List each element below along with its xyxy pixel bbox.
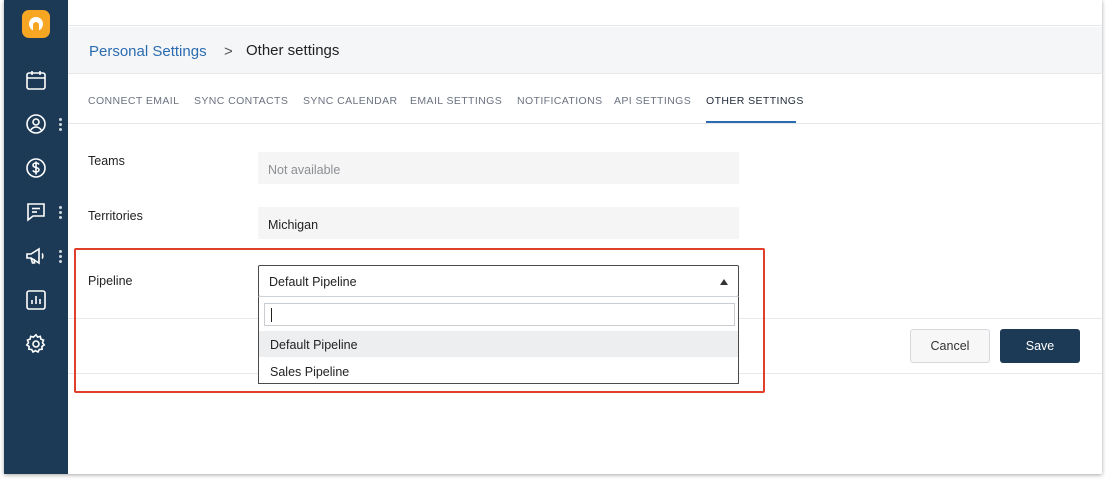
breadcrumb-personal-settings[interactable]: Personal Settings [89,43,207,60]
gear-icon[interactable] [24,332,48,356]
settings-tabs: CONNECT EMAIL SYNC CONTACTS SYNC CALENDA… [68,75,1102,124]
report-icon[interactable] [24,288,48,312]
main-content: Personal Settings > Other settings CONNE… [68,0,1102,474]
sidebar [4,0,68,474]
chat-menu-icon[interactable] [59,206,63,220]
teams-field: Not available [258,152,739,184]
tab-connect-email[interactable]: CONNECT EMAIL [88,95,179,107]
megaphone-icon[interactable] [24,244,48,268]
contact-menu-icon[interactable] [59,118,63,132]
tab-sync-contacts[interactable]: SYNC CONTACTS [194,95,288,107]
active-tab-indicator [706,121,796,123]
dollar-icon[interactable] [24,156,48,180]
save-button[interactable]: Save [1000,329,1080,363]
page-title: Other settings [246,42,340,59]
app-window: Personal Settings > Other settings CONNE… [4,0,1102,474]
tab-sync-calendar[interactable]: SYNC CALENDAR [303,95,397,107]
chevron-right-icon: > [224,43,233,60]
tab-email-settings[interactable]: EMAIL SETTINGS [410,95,502,107]
tab-notifications[interactable]: NOTIFICATIONS [517,95,603,107]
contact-icon[interactable] [24,112,48,136]
calendar-icon[interactable] [24,68,48,92]
highlight-box [74,248,765,393]
top-bar [68,0,1102,26]
chat-icon[interactable] [24,200,48,224]
megaphone-menu-icon[interactable] [59,250,63,264]
territories-field: Michigan [258,207,739,239]
logo-icon[interactable] [22,10,50,38]
page-header: Personal Settings > Other settings [68,27,1102,74]
tab-api-settings[interactable]: API SETTINGS [614,95,691,107]
cancel-button[interactable]: Cancel [910,329,990,363]
territories-label: Territories [88,209,143,223]
tab-other-settings[interactable]: OTHER SETTINGS [706,95,804,107]
teams-label: Teams [88,154,125,168]
